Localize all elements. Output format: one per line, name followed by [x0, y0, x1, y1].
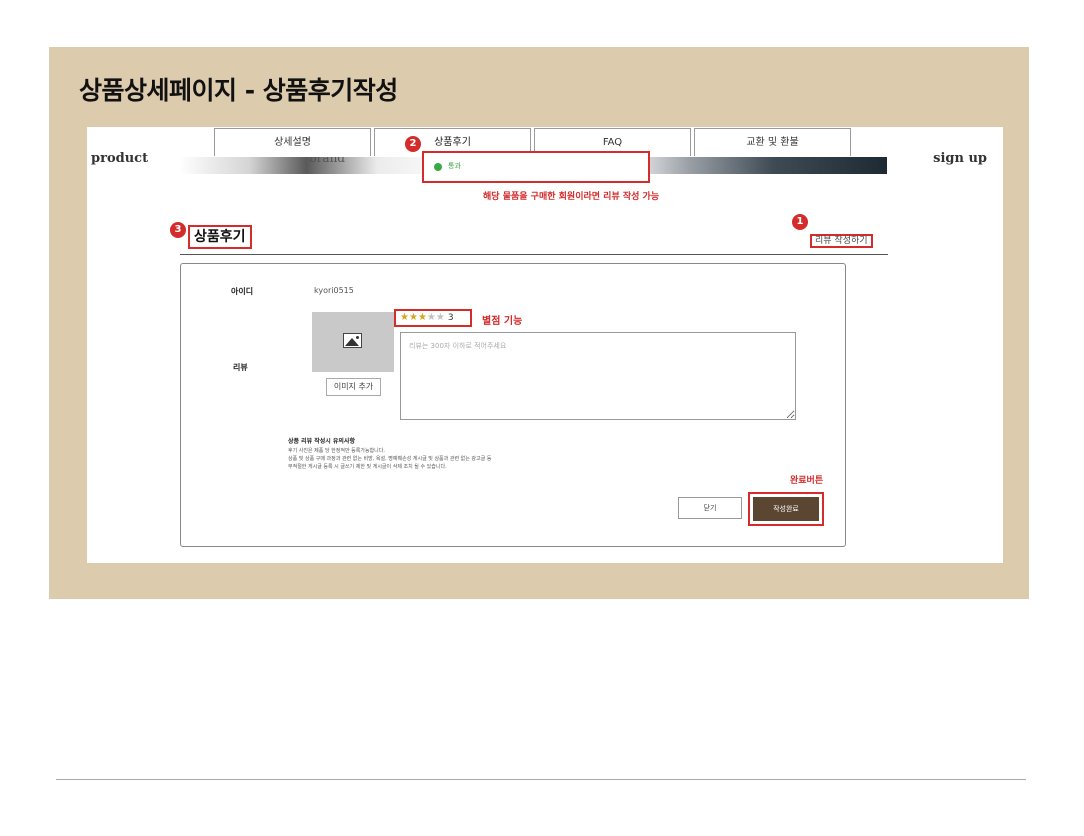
review-textarea[interactable]: [400, 332, 796, 420]
id-value: kyori0515: [314, 286, 354, 295]
sign-up-link[interactable]: sign up: [933, 151, 987, 166]
slide-title: 상품상세페이지 - 상품후기작성: [79, 76, 398, 105]
page-mockup: product sign up brand 상세설명 상품후기 FAQ 교환 및…: [87, 127, 1003, 563]
write-review-link[interactable]: 리뷰 작성하기: [810, 234, 873, 248]
close-button[interactable]: 닫기: [678, 497, 742, 519]
annotation-rating: 별점 기능: [482, 316, 523, 327]
annotation-marker-1: 1: [792, 214, 808, 230]
annotation-purchase-only: 해당 물품을 구매한 회원이라면 리뷰 작성 가능: [483, 192, 660, 202]
image-placeholder-icon: [343, 333, 362, 348]
validation-toast: 통과: [422, 151, 650, 183]
review-section-heading: 상품후기: [188, 225, 252, 249]
tab-exchange-refund[interactable]: 교환 및 환불: [694, 128, 851, 156]
annotation-marker-2: 2: [405, 136, 421, 152]
slide-panel: 상품상세페이지 - 상품후기작성 product sign up brand 상…: [49, 47, 1029, 599]
caution-line: 후기 사진은 제품 당 한정적만 등록가능합니다.: [288, 448, 385, 454]
star-icon[interactable]: ★: [436, 312, 445, 323]
tab-detail[interactable]: 상세설명: [214, 128, 371, 156]
footer-divider: [56, 779, 1026, 780]
hero-brand-text: brand: [309, 157, 345, 165]
toast-text: 통과: [448, 162, 461, 170]
image-placeholder[interactable]: [312, 312, 394, 372]
add-image-button[interactable]: 이미지 추가: [326, 378, 381, 396]
annotation-complete-button: 완료버튼: [790, 476, 824, 486]
submit-highlight: 작성완료: [748, 492, 824, 526]
caution-line: 상품 및 상품 구매 과정과 관련 없는 비방, 욕설, 명예훼손성 게시글 및…: [288, 456, 492, 462]
star-icon[interactable]: ★: [409, 312, 418, 323]
star-icon[interactable]: ★: [427, 312, 436, 323]
id-label: 아이디: [231, 287, 254, 296]
caution-line: 부적절한 게시글 등록 시 글쓰기 제한 및 게시글이 삭제 조치 될 수 있습…: [288, 464, 447, 470]
brand-logo-left[interactable]: product: [91, 151, 148, 166]
review-label: 리뷰: [233, 363, 248, 372]
star-icon[interactable]: ★: [418, 312, 427, 323]
check-circle-icon: [434, 163, 442, 171]
annotation-marker-3: 3: [170, 222, 186, 238]
star-icon[interactable]: ★: [400, 312, 409, 323]
heading-divider: [180, 254, 888, 255]
rating-value: 3: [447, 313, 454, 323]
star-rating[interactable]: ★★★★★ 3: [394, 309, 472, 327]
caution-title: 상품 리뷰 작성시 유의사항: [288, 438, 355, 445]
submit-review-button[interactable]: 작성완료: [753, 497, 819, 521]
review-form: 아이디 kyori0515 리뷰 이미지 추가 ★★★★★3 별점 기능 상품 …: [180, 263, 846, 547]
